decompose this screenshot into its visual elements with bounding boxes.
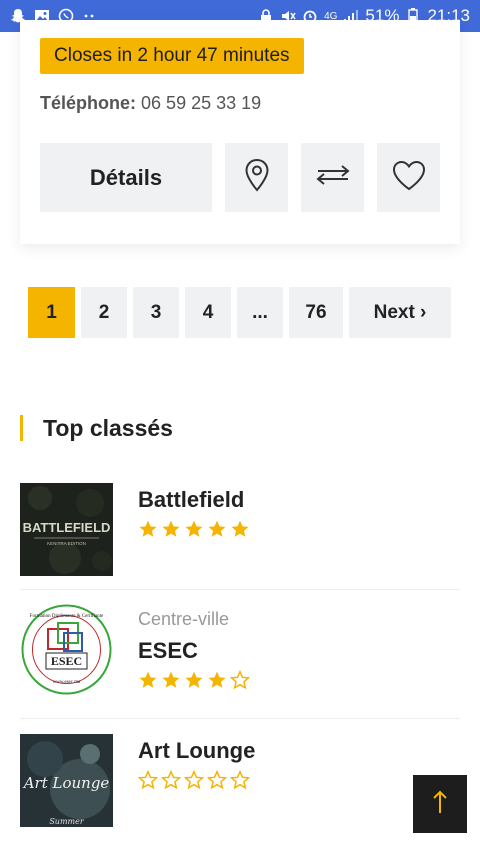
star-empty-icon [230,670,250,690]
star-filled-icon [208,671,226,688]
item-name[interactable]: ESEC [138,638,250,664]
heart-icon [391,159,427,196]
battlefield-thumbnail: BATTLEFIELD KENITRA EDITION [20,483,113,576]
list-divider [20,718,460,719]
star-empty-icon [161,770,181,790]
item-text: Battlefield [138,487,250,539]
list-item[interactable]: Art Lounge Summer Art Lounge [20,734,460,827]
rating-stars [138,770,255,790]
page-3-button[interactable]: 3 [133,287,179,338]
scroll-to-top-button[interactable] [413,775,467,833]
star-filled-icon [185,520,203,537]
section-heading: Top classés [20,413,173,443]
esec-thumbnail: Formation Diplômante & Certifiante ESEC … [20,603,113,696]
phone-number[interactable]: 06 59 25 33 19 [141,93,261,113]
arrow-up-icon [432,789,448,820]
star-empty-icon [230,770,250,790]
page-76-button[interactable]: 76 [289,287,343,338]
art-lounge-thumbnail: Art Lounge Summer [20,734,113,827]
thumb-logo-subtext: KENITRA EDITION [47,541,86,546]
accent-bar [20,415,23,441]
star-empty-icon [207,770,227,790]
thumb-logo-subtext: Summer [49,817,85,826]
favorite-button[interactable] [377,143,440,212]
thumb-logo-text: Art Lounge [22,774,110,792]
star-filled-icon [185,671,203,688]
next-page-button[interactable]: Next › [349,287,451,338]
map-pin-icon [244,158,270,197]
list-item[interactable]: BATTLEFIELD KENITRA EDITION Battlefield [20,483,460,576]
swap-arrows-icon [314,164,352,191]
page-ellipsis: ... [237,287,283,338]
star-filled-icon [162,520,180,537]
page-2-button[interactable]: 2 [81,287,127,338]
star-empty-icon [138,770,158,790]
opening-status-badge: Closes in 2 hour 47 minutes [40,38,304,74]
star-filled-icon [231,520,249,537]
map-button[interactable] [225,143,288,212]
list-divider [20,589,460,590]
thumb-ring-text: Formation Diplômante & Certifiante [30,614,104,619]
directions-button[interactable] [301,143,364,212]
thumb-logo-text: BATTLEFIELD [23,520,111,535]
page-1-button[interactable]: 1 [28,287,75,338]
list-item[interactable]: Formation Diplômante & Certifiante ESEC … [20,603,460,698]
phone-label: Téléphone: [40,93,137,113]
item-name[interactable]: Art Lounge [138,738,255,764]
item-text: Centre-ville ESEC [138,609,250,690]
section-title: Top classés [43,414,173,441]
thumb-logo-text: ESEC [51,654,82,668]
thumb-logo-subtext: www.esec.ma [53,680,82,685]
item-category[interactable]: Centre-ville [138,609,250,630]
phone-line: Téléphone: 06 59 25 33 19 [40,93,261,114]
item-name[interactable]: Battlefield [138,487,250,513]
rating-stars [138,519,250,539]
star-filled-icon [208,520,226,537]
star-filled-icon [139,671,157,688]
rating-stars [138,670,250,690]
star-empty-icon [184,770,204,790]
details-button[interactable]: Détails [40,143,212,212]
star-filled-icon [139,520,157,537]
item-text: Art Lounge [138,738,255,790]
star-filled-icon [162,671,180,688]
page-4-button[interactable]: 4 [185,287,231,338]
